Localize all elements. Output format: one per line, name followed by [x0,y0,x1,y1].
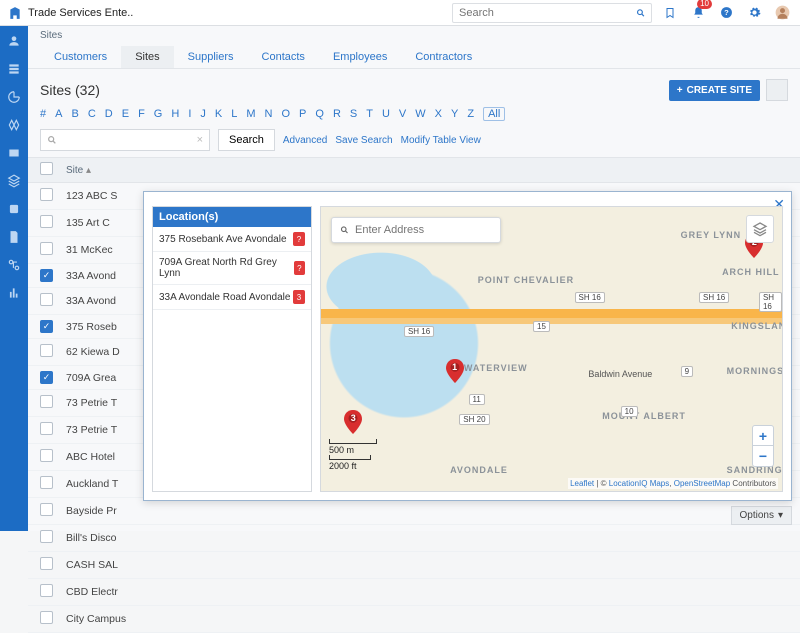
row-site-label: CASH SAL [66,559,118,571]
map-area-label: WATERVIEW [464,363,528,373]
rail-icon[interactable] [5,144,23,162]
map-modal: ✕ Location(s) 375 Rosebank Ave Avondale?… [143,191,792,501]
row-checkbox[interactable] [40,584,53,597]
rail-icon[interactable] [5,88,23,106]
location-label: 709A Great North Rd Grey Lynn [159,257,294,279]
row-site-label: Bill's Disco [66,532,116,544]
road-label: SH 20 [459,414,489,425]
rail-icon[interactable] [5,116,23,134]
help-icon[interactable]: ? [716,3,736,23]
building-icon [8,6,22,20]
location-pin-icon: ? [294,261,305,275]
location-item[interactable]: 709A Great North Rd Grey Lynn? [153,252,311,285]
table-row[interactable]: CASH SAL [28,552,800,579]
map-attribution: Leaflet | © LocationIQ Maps, OpenStreetM… [568,478,778,489]
map-area-label: GREY LYNN [681,230,742,240]
map-panel[interactable]: GREY LYNN ARCH HILL KINGSLAND MORNINGSIDE PO… [320,206,783,492]
search-icon [340,225,349,235]
bell-icon[interactable]: 10 [688,3,708,23]
rail-icon[interactable] [5,256,23,274]
road-label: 10 [621,406,638,417]
location-pin-icon: ? [293,232,305,246]
osm-link[interactable]: OpenStreetMap [674,479,730,488]
modal-backdrop: ✕ Location(s) 375 Rosebank Ave Avondale?… [28,26,800,531]
road-label: SH 16 [699,292,729,303]
left-nav-rail [0,0,28,531]
row-checkbox[interactable] [40,530,53,543]
rail-icon[interactable] [5,200,23,218]
svg-text:?: ? [724,8,729,17]
road-label: SH 16 [404,326,434,337]
road-label: 9 [681,366,693,377]
map-scale: 500 m 2000 ft [329,439,377,471]
global-search-input[interactable] [459,7,636,19]
top-bar: Trade Services Ente.. 10 ? [0,0,800,26]
road-label: 11 [469,394,485,405]
rail-icon[interactable] [5,284,23,302]
map-marker[interactable]: 1 [446,359,464,383]
global-search[interactable] [452,3,652,23]
leaflet-link[interactable]: Leaflet [570,479,594,488]
road-label: SH 16 [575,292,605,303]
zoom-in-button[interactable]: + [753,426,773,446]
search-icon [636,8,645,18]
org-title[interactable]: Trade Services Ente.. [8,6,133,20]
zoom-out-button[interactable]: − [753,446,773,466]
rail-icon[interactable] [5,172,23,190]
row-checkbox[interactable] [40,611,53,624]
location-item[interactable]: 33A Avondale Road Avondale3 [153,285,311,310]
table-row[interactable]: City Campus [28,606,800,633]
address-input[interactable] [355,224,492,236]
road-label: SH 16 [759,292,782,312]
gear-icon[interactable] [744,3,764,23]
road-label: 15 [533,321,550,332]
map-area-label: Baldwin Avenue [588,369,652,379]
notif-badge: 10 [697,0,712,9]
avatar[interactable] [772,3,792,23]
scale-imperial: 2000 ft [329,461,377,471]
location-label: 33A Avondale Road Avondale [159,292,290,303]
locations-header: Location(s) [153,207,311,227]
main-workspace: Sites CustomersSitesSuppliersContactsEmp… [28,26,800,531]
scale-metric: 500 m [329,445,377,455]
location-pin-icon: 3 [293,290,305,304]
map-area-label: MOUNT ALBERT [602,411,686,421]
row-site-label: City Campus [66,613,126,625]
rail-icon[interactable] [5,32,23,50]
address-search[interactable] [331,217,501,243]
bookmark-icon[interactable] [660,3,680,23]
map-area-label: MORNINGSIDE [727,366,783,376]
org-name: Trade Services Ente.. [28,7,133,19]
location-item[interactable]: 375 Rosebank Ave Avondale? [153,227,311,252]
location-label: 375 Rosebank Ave Avondale [159,234,287,245]
rail-icon[interactable] [5,228,23,246]
map-area-label: POINT CHEVALIER [478,275,574,285]
map-tiles [321,207,782,491]
map-area-label: ARCH HILL [722,267,780,277]
map-area-label: AVONDALE [450,465,508,475]
locationiq-link[interactable]: LocationIQ Maps [609,479,669,488]
row-checkbox[interactable] [40,557,53,570]
row-site-label: CBD Electr [66,586,118,598]
locations-panel: Location(s) 375 Rosebank Ave Avondale?70… [152,206,312,492]
layers-button[interactable] [746,215,774,243]
map-marker[interactable]: 3 [344,410,362,434]
table-row[interactable]: CBD Electr [28,579,800,606]
rail-icon[interactable] [5,60,23,78]
zoom-control: + − [752,425,774,467]
map-area-label: KINGSLAND [731,321,783,331]
